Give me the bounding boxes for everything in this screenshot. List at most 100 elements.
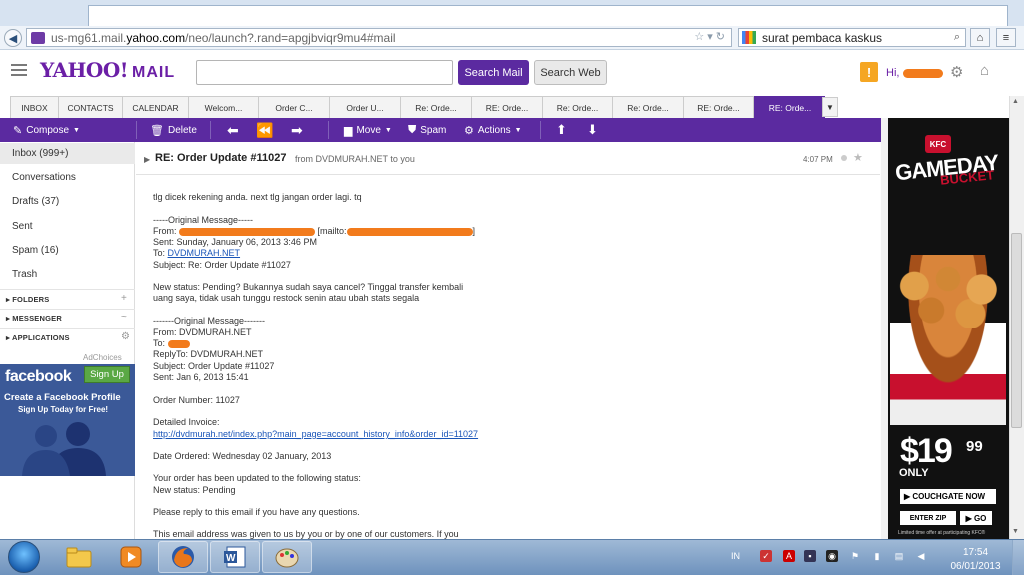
enter-zip-field[interactable]: ENTER ZIP	[900, 511, 956, 525]
scrollbar-thumb[interactable]	[1011, 233, 1022, 428]
tab-message[interactable]: Re: Orde...	[542, 96, 612, 118]
menu-button[interactable]: ≡	[996, 28, 1016, 47]
compose-button[interactable]: ✎ Compose ▼	[13, 118, 80, 142]
body-to1: To: DVDMURAH.NET	[153, 248, 240, 258]
applications-gear-icon[interactable]: ⚙	[121, 331, 130, 342]
tab-message[interactable]: Order U...	[329, 96, 400, 118]
forward-button[interactable]: ➡	[291, 118, 303, 142]
tab-message[interactable]: Order C...	[258, 96, 329, 118]
move-button[interactable]: ▆ Move ▼	[344, 118, 392, 142]
chevron-down-icon: ▼	[73, 126, 80, 134]
sidebar-item-inbox[interactable]: Inbox (999+)	[12, 148, 68, 159]
section-label: APPLICATIONS	[11, 333, 70, 342]
ad-collapse-handle[interactable]	[881, 118, 888, 539]
messenger-status-icon[interactable]: ~	[121, 312, 127, 323]
reload-icon[interactable]: ↻	[716, 31, 728, 43]
scroll-up-arrow-icon[interactable]: ▲	[1012, 98, 1019, 105]
sidebar-item-drafts[interactable]: Drafts (37)	[12, 196, 59, 207]
body-from2: From: DVDMURAH.NET	[153, 327, 252, 337]
dropdown-icon[interactable]: ▾	[707, 31, 716, 43]
screen: ◀ us-mg61.mail. yahoo.com/neo/launch?.ran…	[0, 0, 1024, 575]
yahoo-home-icon[interactable]: ⌂	[980, 62, 989, 79]
go-button[interactable]: ▶ GO	[960, 511, 992, 525]
tab-inbox[interactable]: INBOX	[10, 96, 58, 118]
magnifier-icon[interactable]: ⌕	[954, 31, 960, 44]
sidebar-section-applications[interactable]: ▸ APPLICATIONS ⚙	[6, 331, 130, 342]
yahoo-badge-icon[interactable]: !	[860, 62, 878, 82]
firefox-taskbar-icon[interactable]	[158, 541, 208, 573]
tab-overflow-chevron-down-icon[interactable]: ▼	[822, 97, 838, 117]
to-link[interactable]: DVDMURAH.NET	[168, 248, 241, 258]
sidebar-item-sent[interactable]: Sent	[12, 221, 33, 232]
couchgate-button[interactable]: ▶ COUCHGATE NOW	[900, 489, 996, 504]
body-invoice-link[interactable]: http://dvdmurah.net/index.php?main_page=…	[153, 429, 478, 439]
show-desktop-button[interactable]	[1012, 540, 1024, 575]
settings-gear-icon[interactable]: ⚙	[950, 63, 963, 81]
media-player-taskbar-icon[interactable]	[106, 541, 156, 573]
expand-caret-icon[interactable]: ▶	[144, 155, 150, 164]
message-subject: RE: Order Update #11027	[155, 152, 287, 164]
star-icon[interactable]: ★	[853, 151, 863, 164]
chevron-down-icon: ▼	[514, 126, 522, 134]
actions-button[interactable]: ⚙ Actions ▼	[464, 118, 522, 142]
start-button-icon[interactable]	[8, 541, 40, 573]
mail-tabs: INBOX CONTACTS CALENDAR Welcom... Order …	[10, 96, 825, 118]
network-tray-icon[interactable]: ▤	[893, 550, 905, 562]
chevron-down-icon: ▼	[384, 126, 392, 134]
reply-all-button[interactable]: ⏪	[256, 118, 273, 142]
mail-search-input[interactable]	[196, 60, 453, 85]
sidebar-section-messenger[interactable]: ▸ MESSENGER ~	[6, 312, 127, 323]
add-folder-icon[interactable]: +	[121, 293, 127, 304]
search-web-button[interactable]: Search Web	[534, 60, 607, 85]
tab-message[interactable]: Welcom...	[188, 96, 258, 118]
facebook-signup-button[interactable]: Sign Up	[84, 366, 130, 383]
explorer-taskbar-icon[interactable]	[54, 541, 104, 573]
acrobat-tray-icon[interactable]: A	[783, 550, 795, 562]
hamburger-menu-icon[interactable]	[11, 64, 27, 76]
tray-app-icon[interactable]: ✓	[760, 550, 772, 562]
sidebar-item-trash[interactable]: Trash	[12, 269, 37, 280]
delete-button[interactable]: 🗑 Delete	[150, 118, 197, 142]
paint-taskbar-icon[interactable]	[262, 541, 312, 573]
taskbar-clock[interactable]: 17:54 06/01/2013	[948, 546, 1003, 574]
user-greeting[interactable]: Hi,	[886, 67, 944, 79]
adchoices-link[interactable]: AdChoices	[83, 353, 122, 362]
browser-tab-strip	[0, 0, 1024, 26]
tab-message[interactable]: Re: Orde...	[612, 96, 683, 118]
tab-contacts[interactable]: CONTACTS	[58, 96, 122, 118]
logo-mail-text: MAIL	[132, 64, 176, 81]
display-tray-icon[interactable]: ▪	[804, 550, 816, 562]
message-from-line[interactable]: from DVDMURAH.NET to you	[295, 154, 415, 164]
tab-message[interactable]: RE: Orde...	[683, 96, 754, 118]
body-intro: tlg dicek rekening anda. next tlg jangan…	[153, 192, 362, 202]
scroll-down-arrow-icon[interactable]: ▼	[1012, 528, 1019, 535]
battery-tray-icon[interactable]: ▮	[871, 550, 883, 562]
tab-calendar[interactable]: CALENDAR	[122, 96, 188, 118]
flag-tray-icon[interactable]: ⚑	[849, 550, 861, 562]
tab-message-active[interactable]: RE: Orde...	[754, 96, 825, 118]
sidebar-item-spam[interactable]: Spam (16)	[12, 245, 59, 256]
url-bar[interactable]: us-mg61.mail. yahoo.com/neo/launch?.rand=…	[26, 28, 732, 47]
tab-message[interactable]: Re: Orde...	[400, 96, 471, 118]
next-message-button[interactable]: ⬇	[587, 118, 598, 142]
camera-tray-icon[interactable]: ◉	[826, 550, 838, 562]
google-icon	[742, 31, 756, 44]
spam-button[interactable]: ⛊ Spam	[408, 118, 446, 142]
sidebar-section-folders[interactable]: ▸ FOLDERS +	[6, 293, 127, 304]
read-status-dot-icon[interactable]	[841, 155, 847, 161]
volume-tray-icon[interactable]: ◀	[915, 550, 927, 562]
search-mail-button[interactable]: Search Mail	[458, 60, 529, 85]
browser-search-bar[interactable]: surat pembaca kaskus ⌕	[738, 28, 966, 47]
bookmark-star-icon[interactable]: ☆	[694, 31, 707, 43]
back-button[interactable]: ◀	[4, 29, 22, 47]
sidebar-item-conversations[interactable]: Conversations	[12, 172, 76, 183]
reply-button[interactable]: ⬅	[227, 118, 239, 142]
browser-tab[interactable]	[88, 5, 1008, 26]
word-taskbar-icon[interactable]: W	[210, 541, 260, 573]
home-button[interactable]: ⌂	[970, 28, 990, 47]
yahoo-mail-logo[interactable]: YAHOO! MAIL	[40, 58, 175, 82]
tab-message[interactable]: RE: Orde...	[471, 96, 542, 118]
section-label: MESSENGER	[12, 314, 62, 323]
input-language-indicator[interactable]: IN	[731, 551, 740, 561]
previous-message-button[interactable]: ⬆	[556, 118, 567, 142]
